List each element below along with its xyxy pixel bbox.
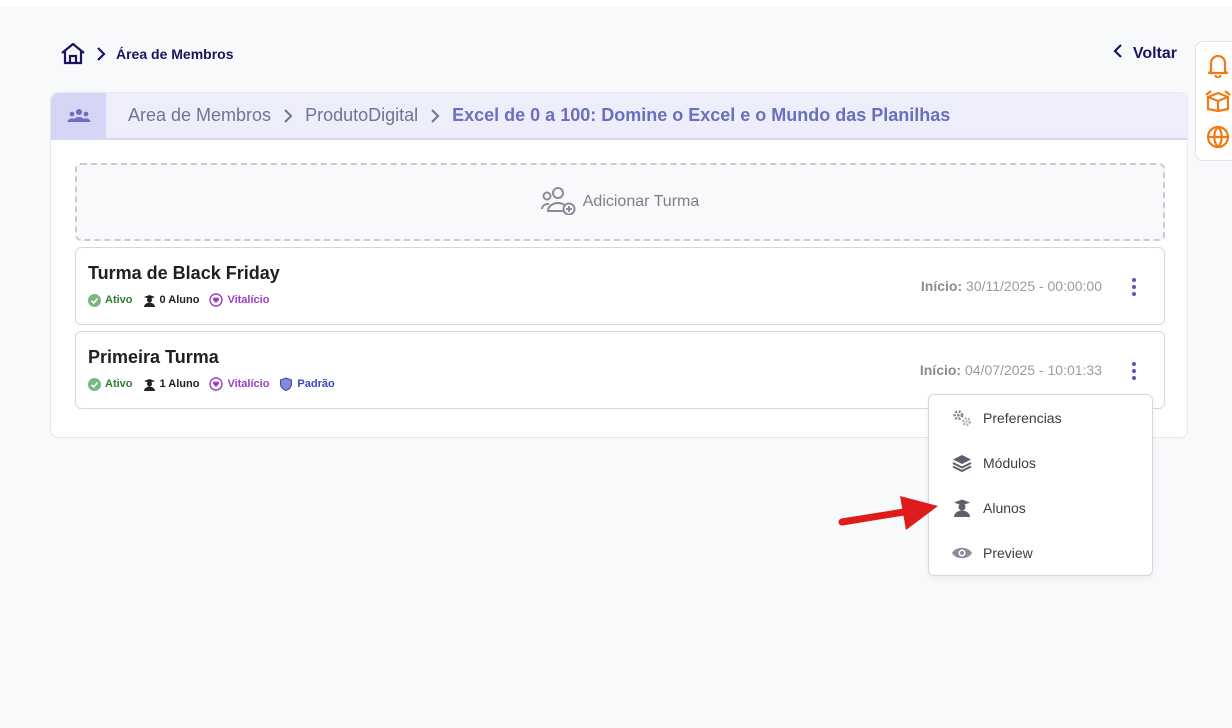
bell-icon[interactable]	[1204, 50, 1232, 80]
back-button[interactable]: Voltar	[1113, 43, 1177, 64]
gears-icon	[951, 407, 973, 429]
menu-item-label: Alunos	[983, 499, 1026, 516]
status-badge: Ativo	[88, 377, 133, 391]
start-date: Início: 30/11/2025 - 00:00:00	[920, 278, 1102, 294]
heart-icon	[209, 293, 224, 307]
students-count: 0 Aluno	[143, 294, 199, 307]
more-options-button[interactable]	[1124, 356, 1144, 386]
start-date: Início: 04/07/2025 - 10:01:33	[919, 362, 1102, 378]
chevron-right-icon	[283, 108, 293, 124]
top-strip	[0, 0, 1232, 7]
chevron-right-icon	[96, 46, 106, 62]
chevron-right-icon	[430, 108, 440, 124]
heart-icon	[209, 377, 224, 391]
students-count: 1 Aluno	[143, 378, 199, 391]
check-circle-icon	[88, 377, 101, 391]
shield-icon	[280, 377, 293, 391]
home-icon[interactable]	[60, 42, 86, 66]
menu-item-alunos[interactable]: Alunos	[929, 485, 1152, 530]
breadcrumb-produto[interactable]: ProdutoDigital	[305, 105, 418, 126]
box-icon[interactable]	[1204, 86, 1232, 116]
globe-icon[interactable]	[1204, 122, 1232, 152]
class-list-card: Area de Membros ProdutoDigital Excel de …	[50, 92, 1188, 438]
student-icon	[951, 497, 973, 519]
chevron-left-icon	[1113, 43, 1123, 64]
menu-item-modulos[interactable]: Módulos	[929, 440, 1152, 485]
options-menu: Preferencias Módulos Alunos Preview	[928, 394, 1153, 576]
top-breadcrumb: Área de Membros	[60, 40, 233, 68]
breadcrumb-area-membros[interactable]: Area de Membros	[128, 105, 271, 126]
menu-item-label: Módulos	[983, 454, 1036, 471]
annotation-arrow	[838, 490, 942, 539]
access-badge: Vitalício	[209, 293, 269, 307]
class-row[interactable]: Turma de Black Friday Ativo 0 Aluno Vita…	[75, 247, 1165, 325]
add-users-icon	[540, 185, 577, 220]
users-icon	[51, 93, 106, 138]
menu-item-preferencias[interactable]: Preferencias	[929, 395, 1152, 440]
back-label: Voltar	[1132, 44, 1177, 62]
eye-icon	[951, 542, 973, 564]
class-tags: Ativo 0 Aluno Vitalício	[88, 293, 269, 307]
breadcrumb-current: Área de Membros	[116, 46, 234, 62]
add-class-button[interactable]: Adicionar Turma	[75, 163, 1165, 241]
access-badge: Vitalício	[209, 377, 269, 391]
card-header: Area de Membros ProdutoDigital Excel de …	[51, 93, 1187, 140]
card-breadcrumb: Area de Membros ProdutoDigital Excel de …	[128, 105, 950, 126]
student-icon	[143, 378, 155, 391]
check-circle-icon	[88, 293, 101, 307]
side-dock	[1195, 41, 1232, 161]
class-name: Turma de Black Friday	[88, 263, 280, 283]
menu-item-preview[interactable]: Preview	[929, 530, 1152, 575]
student-icon	[143, 294, 155, 307]
breadcrumb-course: Excel de 0 a 100: Domine o Excel e o Mun…	[452, 105, 951, 125]
status-badge: Ativo	[88, 293, 133, 307]
layers-icon	[951, 452, 973, 474]
default-badge: Padrão	[279, 377, 335, 391]
menu-item-label: Preferencias	[983, 409, 1062, 426]
more-options-button[interactable]	[1124, 272, 1144, 302]
class-tags: Ativo 1 Aluno Vitalício Padrão	[88, 377, 335, 391]
add-class-label: Adicionar Turma	[582, 193, 700, 210]
class-name: Primeira Turma	[88, 347, 219, 367]
menu-item-label: Preview	[983, 544, 1033, 561]
